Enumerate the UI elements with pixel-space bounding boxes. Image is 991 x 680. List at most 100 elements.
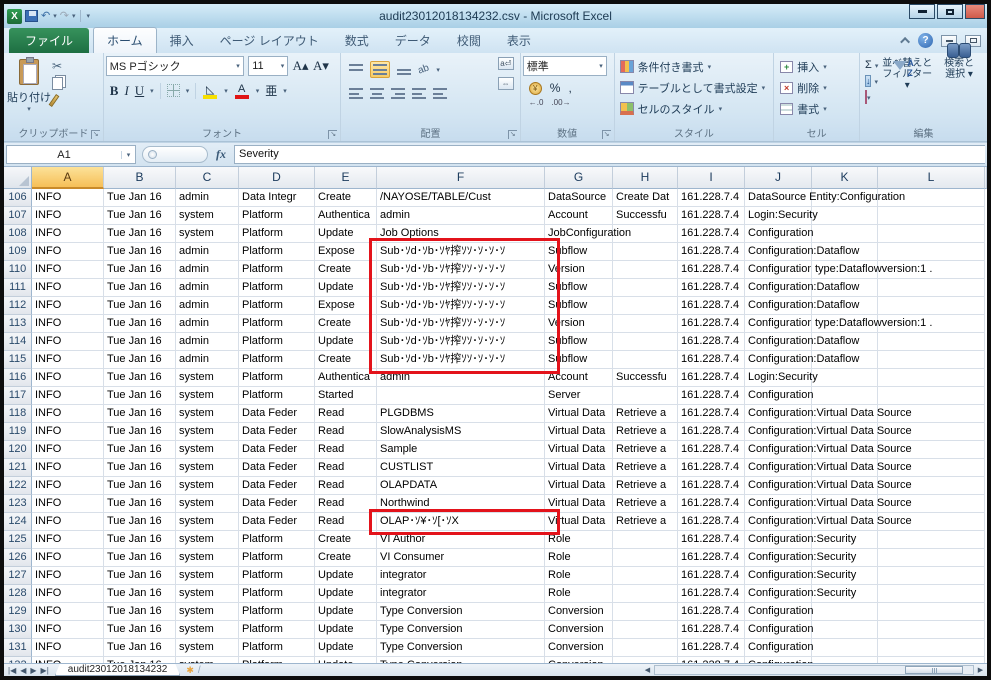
cell-E107[interactable]: Authentica (315, 207, 377, 225)
font-color-icon[interactable]: A (234, 83, 250, 99)
cell-H116[interactable]: Successfu (613, 369, 678, 387)
name-box-dropdown-icon[interactable]: ▾ (121, 151, 135, 159)
cell-J108[interactable]: Configuration (745, 225, 812, 243)
font-name-select[interactable]: MS Pゴシック▾ (106, 56, 244, 76)
cell-D128[interactable]: Platform (239, 585, 315, 603)
cell-F126[interactable]: VI Consumer (377, 549, 545, 567)
cell-H127[interactable] (613, 567, 678, 585)
cell-C107[interactable]: system (176, 207, 239, 225)
cell-L128[interactable] (878, 585, 985, 603)
cell-K108[interactable] (812, 225, 878, 243)
cell-A130[interactable]: INFO (32, 621, 104, 639)
cell-G127[interactable]: Role (545, 567, 613, 585)
cell-F127[interactable]: integrator (377, 567, 545, 585)
find-select-button[interactable]: 検索と 選択 ▾ (933, 56, 985, 103)
cell-D109[interactable]: Platform (239, 243, 315, 261)
tab-page-layout[interactable]: ページ レイアウト (207, 28, 332, 53)
cell-L109[interactable] (878, 243, 985, 261)
minimize-button[interactable] (909, 4, 935, 19)
tab-file[interactable]: ファイル (9, 28, 89, 53)
cell-H125[interactable] (613, 531, 678, 549)
row-header-126[interactable]: 126 (4, 549, 32, 567)
cell-B120[interactable]: Tue Jan 16 (104, 441, 176, 459)
number-format-select[interactable]: 標準▾ (523, 56, 607, 76)
column-header-B[interactable]: B (104, 167, 176, 189)
cell-F112[interactable]: Sub･ｿd･ｿb･ｿﾔ搾ｿｿ･ｿ･ｿ･ｿ (377, 297, 545, 315)
cut-icon[interactable]: ✂ (52, 60, 63, 73)
cell-I109[interactable]: 161.228.7.4 (678, 243, 745, 261)
cell-J106[interactable]: DataSource Entity:Configuration (745, 189, 812, 207)
cell-B116[interactable]: Tue Jan 16 (104, 369, 176, 387)
underline-dropdown-icon[interactable]: ▾ (150, 87, 154, 95)
cell-D110[interactable]: Platform (239, 261, 315, 279)
cell-D123[interactable]: Data Feder (239, 495, 315, 513)
cell-A121[interactable]: INFO (32, 459, 104, 477)
cell-G107[interactable]: Account (545, 207, 613, 225)
merge-center-icon[interactable]: ⇔ (498, 77, 514, 90)
cell-B129[interactable]: Tue Jan 16 (104, 603, 176, 621)
cell-H111[interactable] (613, 279, 678, 297)
cell-L126[interactable] (878, 549, 985, 567)
cell-B108[interactable]: Tue Jan 16 (104, 225, 176, 243)
grow-font-button[interactable]: A▴ (293, 58, 309, 73)
align-center-icon[interactable] (370, 88, 384, 99)
cell-J125[interactable]: Configuration:Security (745, 531, 812, 549)
underline-button[interactable]: U (135, 83, 144, 99)
delete-cells-button[interactable]: × 削除 ▾ (776, 77, 857, 98)
cell-K113[interactable]: type:Dataflowversion:1 . (812, 315, 878, 333)
cell-L112[interactable] (878, 297, 985, 315)
cell-H129[interactable] (613, 603, 678, 621)
borders-dropdown-icon[interactable]: ▾ (186, 87, 190, 95)
cell-J117[interactable]: Configuration (745, 387, 812, 405)
cell-I129[interactable]: 161.228.7.4 (678, 603, 745, 621)
cell-L111[interactable] (878, 279, 985, 297)
cell-J118[interactable]: Configuration:Virtual Data Source (745, 405, 812, 423)
cell-I121[interactable]: 161.228.7.4 (678, 459, 745, 477)
cell-E123[interactable]: Read (315, 495, 377, 513)
sort-filter-button[interactable]: AZ 並べ替えと フィルター ▾ (881, 56, 933, 103)
collapse-ribbon-icon[interactable] (900, 37, 910, 47)
first-sheet-icon[interactable]: |◀ (8, 666, 16, 675)
cell-F121[interactable]: CUSTLIST (377, 459, 545, 477)
cell-G120[interactable]: Virtual Data (545, 441, 613, 459)
clear-button[interactable]: ▾ (865, 91, 878, 103)
cell-A119[interactable]: INFO (32, 423, 104, 441)
cell-F114[interactable]: Sub･ｿd･ｿb･ｿﾔ搾ｿｿ･ｿ･ｿ･ｿ (377, 333, 545, 351)
cell-H117[interactable] (613, 387, 678, 405)
paste-button[interactable]: 貼り付け ▾ (6, 56, 52, 120)
cell-G123[interactable]: Virtual Data (545, 495, 613, 513)
tab-formulas[interactable]: 数式 (332, 28, 382, 53)
cell-J121[interactable]: Configuration:Virtual Data Source (745, 459, 812, 477)
cell-I126[interactable]: 161.228.7.4 (678, 549, 745, 567)
cell-F107[interactable]: admin (377, 207, 545, 225)
cell-A115[interactable]: INFO (32, 351, 104, 369)
cell-A114[interactable]: INFO (32, 333, 104, 351)
cell-G130[interactable]: Conversion (545, 621, 613, 639)
paste-dropdown-icon[interactable]: ▾ (6, 105, 52, 113)
row-header-109[interactable]: 109 (4, 243, 32, 261)
help-icon[interactable]: ? (918, 33, 933, 48)
row-header-112[interactable]: 112 (4, 297, 32, 315)
cell-J116[interactable]: Login:Security (745, 369, 812, 387)
cell-I116[interactable]: 161.228.7.4 (678, 369, 745, 387)
orientation-icon[interactable]: ab (417, 62, 431, 76)
formula-input[interactable]: Severity (234, 145, 985, 164)
cell-J114[interactable]: Configuration:Dataflow (745, 333, 812, 351)
cell-A124[interactable]: INFO (32, 513, 104, 531)
cell-K129[interactable] (812, 603, 878, 621)
font-color-dropdown-icon[interactable]: ▾ (256, 87, 260, 95)
row-header-107[interactable]: 107 (4, 207, 32, 225)
cell-A117[interactable]: INFO (32, 387, 104, 405)
cell-I128[interactable]: 161.228.7.4 (678, 585, 745, 603)
cell-F108[interactable]: Job Options (377, 225, 545, 243)
row-header-106[interactable]: 106 (4, 189, 32, 207)
cell-C124[interactable]: system (176, 513, 239, 531)
cell-F110[interactable]: Sub･ｿd･ｿb･ｿﾔ搾ｿｿ･ｿ･ｿ･ｿ (377, 261, 545, 279)
cell-G126[interactable]: Role (545, 549, 613, 567)
cell-C116[interactable]: system (176, 369, 239, 387)
cell-D117[interactable]: Platform (239, 387, 315, 405)
cell-B126[interactable]: Tue Jan 16 (104, 549, 176, 567)
cell-A127[interactable]: INFO (32, 567, 104, 585)
cell-B123[interactable]: Tue Jan 16 (104, 495, 176, 513)
cell-G113[interactable]: Version (545, 315, 613, 333)
